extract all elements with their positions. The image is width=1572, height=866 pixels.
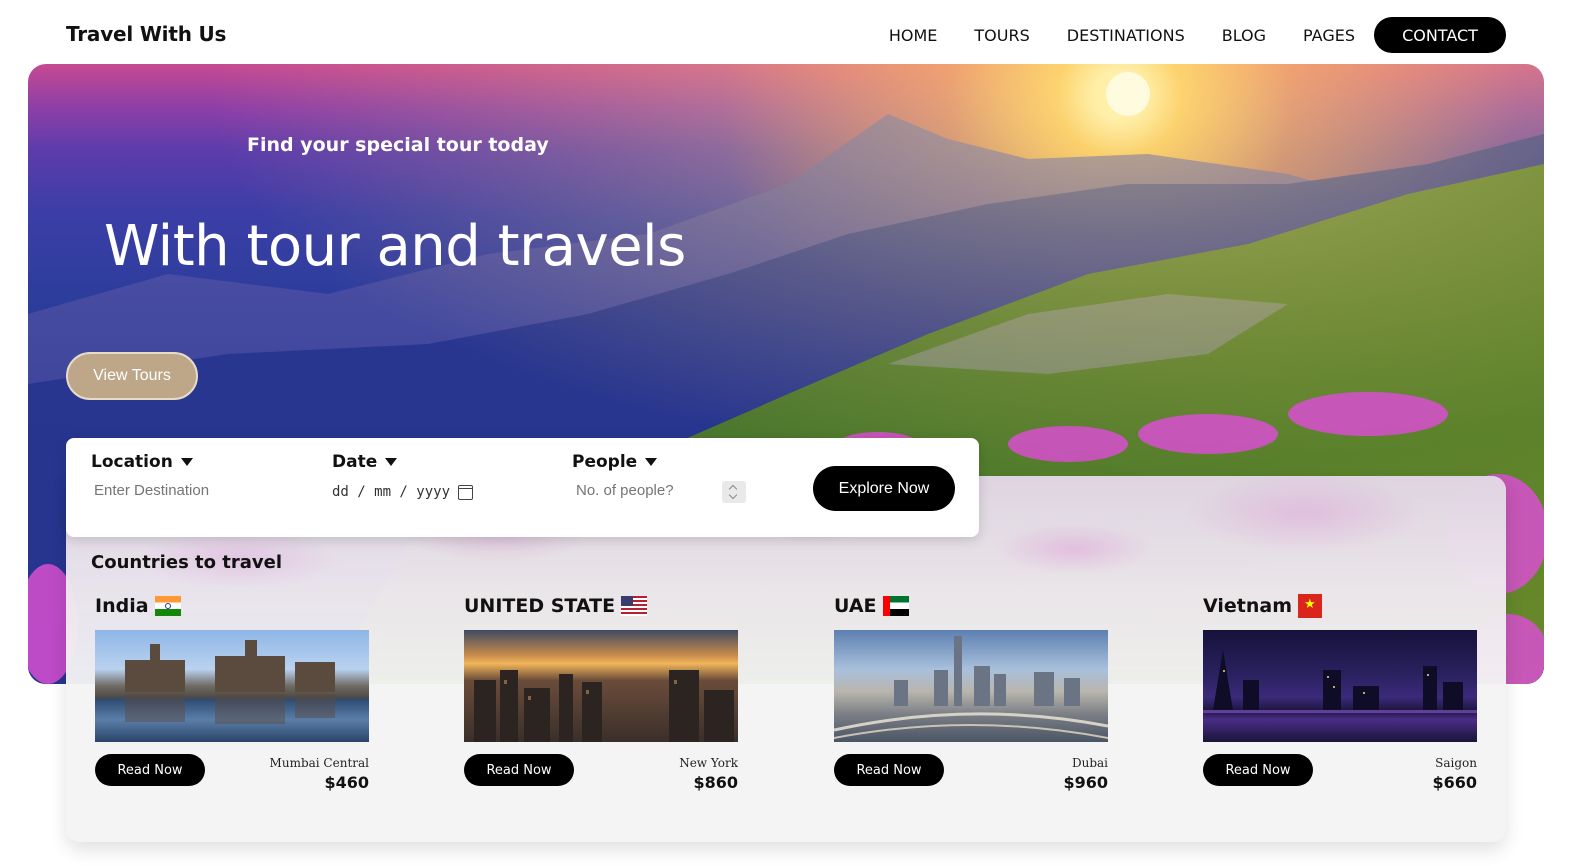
card-footer: Read Now New York $860 [464,754,738,794]
new-york-city-image [464,630,738,742]
view-tours-button[interactable]: View Tours [66,352,198,400]
nav-blog[interactable]: BLOG [1222,26,1266,45]
caret-down-icon [180,458,193,466]
brand-logo[interactable]: Travel With Us [66,22,226,46]
location-label-text: Location [91,452,173,472]
nav-pages[interactable]: PAGES [1303,26,1355,45]
countries-title: Countries to travel [91,552,283,573]
country-card-uae: UAE Read Now Dubai $960 [834,594,1108,794]
date-input[interactable]: dd / mm / yyyy [332,484,474,500]
card-place: Dubai [1071,756,1108,770]
country-name-row: India [95,594,369,618]
people-input[interactable] [576,482,716,499]
card-footer: Read Now Saigon $660 [1203,754,1477,794]
country-name: India [95,595,149,617]
read-now-button[interactable]: Read Now [464,754,574,786]
card-price: $660 [1432,773,1477,792]
date-label-text: Date [332,452,378,472]
location-label[interactable]: Location [91,452,294,472]
nav-destinations[interactable]: DESTINATIONS [1067,26,1185,45]
nav-tours[interactable]: TOURS [974,26,1029,45]
contact-button[interactable]: CONTACT [1374,17,1506,53]
date-field: Date dd / mm / yyyy [332,452,474,500]
country-name-row: UAE [834,594,1108,618]
card-price: $960 [1063,773,1108,792]
read-now-button[interactable]: Read Now [95,754,205,786]
caret-down-icon [645,458,658,466]
main-nav: HOME TOURS DESTINATIONS BLOG PAGES CONTA… [852,17,1506,53]
explore-now-button[interactable]: Explore Now [813,466,955,511]
country-name-row: UNITED STATE [464,594,738,618]
read-now-button[interactable]: Read Now [1203,754,1313,786]
card-price: $460 [324,773,369,792]
card-place: Saigon [1435,756,1477,770]
dubai-city-image [834,630,1108,742]
country-name: Vietnam [1203,595,1292,617]
usa-flag-icon [621,596,648,616]
saigon-city-image [1203,630,1477,742]
people-label[interactable]: People [572,452,716,472]
country-name-row: Vietnam ★ [1203,594,1477,618]
nav-home[interactable]: HOME [889,26,938,45]
card-place: Mumbai Central [269,756,369,770]
caret-down-icon [385,458,398,466]
people-stepper[interactable] [722,481,746,503]
people-label-text: People [572,452,638,472]
card-footer: Read Now Dubai $960 [834,754,1108,794]
card-price: $860 [693,773,738,792]
country-card-usa: UNITED STATE Read Now New York $860 [464,594,738,794]
country-card-vietnam: Vietnam ★ Read Now Saigon $660 [1203,594,1477,794]
date-placeholder: dd / mm / yyyy [332,484,451,500]
hero-title: With tour and travels [104,214,686,279]
location-input[interactable] [94,482,294,499]
people-field: People [572,452,716,500]
uae-flag-icon [882,596,909,616]
hero-subtitle: Find your special tour today [247,134,549,156]
location-field: Location [91,452,294,500]
india-flag-icon [154,596,181,616]
card-place: New York [679,756,738,770]
vietnam-flag-icon: ★ [1298,594,1322,618]
card-footer: Read Now Mumbai Central $460 [95,754,369,794]
date-label[interactable]: Date [332,452,473,472]
india-city-image [95,630,369,742]
country-card-india: India Read Now Mumbai Central $460 [95,594,369,794]
search-box: Location Date dd / mm / yyyy People Expl… [66,438,979,537]
country-name: UAE [834,595,877,617]
read-now-button[interactable]: Read Now [834,754,944,786]
country-name: UNITED STATE [464,595,616,617]
calendar-icon[interactable] [458,484,474,500]
